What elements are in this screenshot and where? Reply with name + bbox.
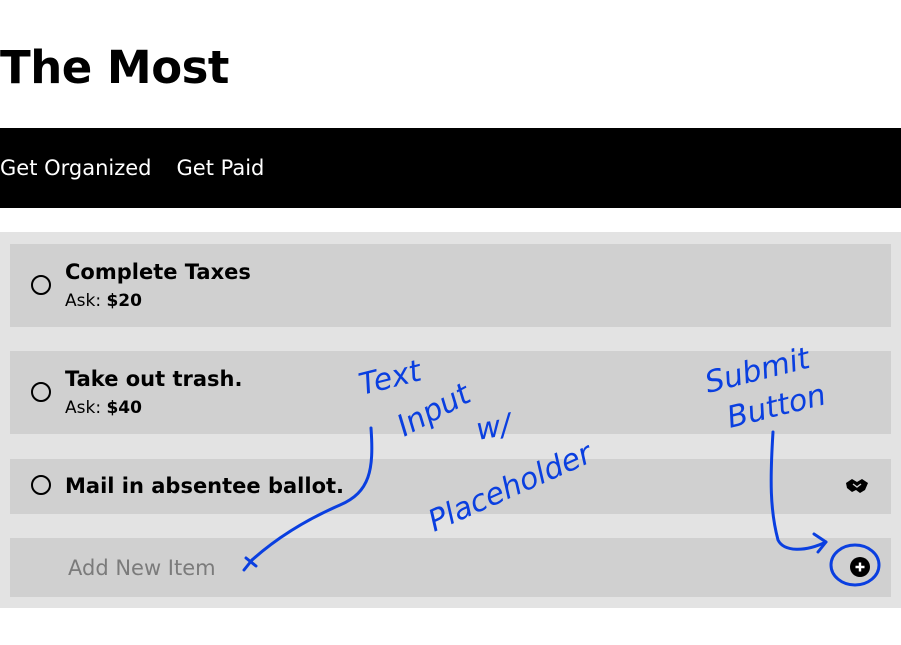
ask-label: Ask: — [65, 291, 102, 311]
ask-value: $20 — [106, 291, 142, 311]
nav-link-get-organized[interactable]: Get Organized — [0, 156, 152, 180]
add-item-input[interactable] — [10, 538, 891, 597]
todo-title: Take out trash. — [65, 367, 243, 391]
complete-toggle[interactable] — [31, 475, 51, 495]
todo-item: Mail in absentee ballot. — [10, 459, 891, 514]
todo-list: Complete Taxes Ask: $20 Take out trash. … — [0, 232, 901, 608]
nav-link-get-paid[interactable]: Get Paid — [177, 156, 265, 180]
plus-circle-icon — [855, 562, 865, 572]
todo-title: Mail in absentee ballot. — [65, 474, 345, 498]
submit-button[interactable] — [850, 557, 870, 577]
page-title: The Most — [0, 41, 229, 94]
todo-ask: Ask: $40 — [65, 398, 142, 418]
ask-value: $40 — [106, 398, 142, 418]
todo-item: Take out trash. Ask: $40 — [10, 351, 891, 434]
navbar: Get Organized Get Paid — [0, 128, 901, 208]
todo-title: Complete Taxes — [65, 260, 251, 284]
todo-item: Complete Taxes Ask: $20 — [10, 244, 891, 327]
complete-toggle[interactable] — [31, 382, 51, 402]
ask-label: Ask: — [65, 398, 102, 418]
todo-ask: Ask: $20 — [65, 291, 142, 311]
complete-toggle[interactable] — [31, 275, 51, 295]
handshake-icon[interactable] — [845, 477, 869, 495]
